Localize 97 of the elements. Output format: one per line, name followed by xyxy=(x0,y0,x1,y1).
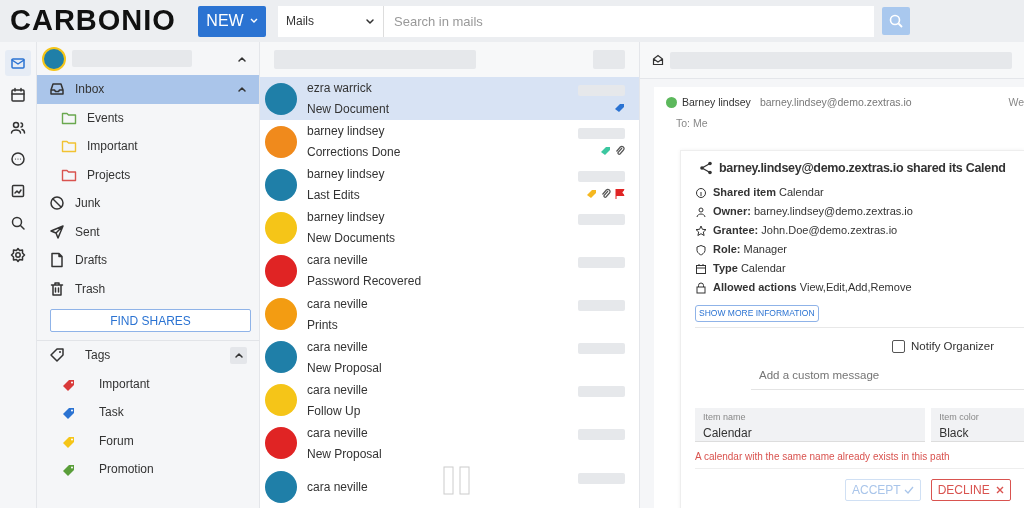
message-subject: New Documents xyxy=(307,230,396,248)
folder-item[interactable]: Inbox xyxy=(37,75,259,104)
blocked-icon xyxy=(49,195,65,212)
sender-name: Barney lindsey xyxy=(682,95,751,110)
sender-name: barney lindsey xyxy=(307,209,385,227)
show-more-button[interactable]: SHOW MORE INFORMATION xyxy=(695,305,819,322)
collapse-button[interactable] xyxy=(230,346,247,364)
envelope-icon xyxy=(652,54,664,66)
folder-item[interactable]: Events xyxy=(37,103,259,132)
detail-text: Allowed actions View,Edit,Add,Remove xyxy=(713,280,912,296)
share-icon xyxy=(699,160,713,175)
avatar-icon xyxy=(666,97,677,109)
sender-name: cara neville xyxy=(307,381,368,399)
sender-name: barney lindsey xyxy=(307,123,385,141)
placeholder-bar xyxy=(578,472,625,484)
decline-button[interactable]: DECLINE xyxy=(930,478,1011,501)
tag-item[interactable]: Important xyxy=(37,369,259,398)
avatar xyxy=(42,46,66,71)
caret-icon xyxy=(249,18,258,24)
message-subject: Last Edits xyxy=(307,187,360,205)
message-date: We xyxy=(1008,95,1024,110)
detail-text: Grantee: John.Doe@demo.zextras.io xyxy=(713,223,898,239)
collapse-icon[interactable] xyxy=(237,54,247,63)
placeholder-bar xyxy=(578,300,625,312)
tag-item[interactable]: Task xyxy=(37,398,259,427)
chevron-icon xyxy=(233,351,244,360)
search-icon xyxy=(10,215,26,231)
tag-item[interactable]: Promotion xyxy=(37,455,259,484)
search-icon xyxy=(889,14,903,28)
message-subject: Corrections Done xyxy=(307,144,401,162)
folder-item[interactable]: Junk xyxy=(37,189,259,218)
search-field[interactable]: Search in mails xyxy=(384,5,874,37)
folder-item[interactable]: Drafts xyxy=(37,246,259,275)
new-button[interactable]: NEW xyxy=(198,5,266,37)
detail-text: Type Calendar xyxy=(713,261,786,277)
share-title: barney.lindsey@demo.zextras.io shared its Calend xyxy=(719,159,1006,177)
message-field[interactable]: Add a custom message xyxy=(751,363,1024,390)
close-icon xyxy=(995,485,1004,494)
module-select[interactable]: Mails xyxy=(278,5,384,37)
text-field[interactable]: Item color Black xyxy=(931,407,1024,442)
folder-item[interactable]: Sent xyxy=(37,217,259,246)
contacts-icon xyxy=(10,119,26,135)
checkbox[interactable] xyxy=(892,340,905,354)
message-subject: Prints xyxy=(307,316,338,334)
trash-icon xyxy=(49,280,65,297)
message-subject: New Proposal xyxy=(307,445,382,463)
calendar-icon xyxy=(10,87,26,103)
person-icon xyxy=(695,205,707,218)
sender-name: cara neville xyxy=(307,295,368,313)
placeholder-bar xyxy=(578,386,625,398)
message-subject: Follow Up xyxy=(307,402,361,420)
sender-name: barney lindsey xyxy=(307,166,385,184)
detail-text: Shared item Calendar xyxy=(713,185,824,201)
lock-icon xyxy=(695,281,707,294)
detail-text: Role: Manager xyxy=(713,242,787,258)
tag-item[interactable]: Forum xyxy=(37,426,259,455)
placeholder-bar xyxy=(578,213,625,225)
calendar-icon xyxy=(695,262,707,275)
sender-name: cara neville xyxy=(307,252,368,270)
detail-text: Owner: barney.lindsey@demo.zextras.io xyxy=(713,204,913,220)
message-subject: New Proposal xyxy=(307,359,382,377)
placeholder-bar xyxy=(578,256,625,268)
message-subject: New Document xyxy=(307,101,390,119)
find-shares-button[interactable]: FIND SHARES xyxy=(50,309,251,332)
placeholder-bar xyxy=(578,429,625,441)
text-field[interactable]: Item name Calendar xyxy=(695,407,926,442)
inbox-icon xyxy=(49,81,65,98)
recipient-text: To: Me xyxy=(676,115,709,131)
sender-email: barney.lindsey@demo.zextras.io xyxy=(759,95,912,110)
folder-item[interactable]: Important xyxy=(37,132,259,161)
shield-icon xyxy=(695,243,707,256)
checkmark-icon xyxy=(903,485,914,494)
collapse-icon[interactable] xyxy=(237,85,247,94)
tags-header[interactable]: Tags xyxy=(37,341,259,370)
error-message: A calendar with the same name already exists in this path xyxy=(695,448,1024,469)
sender-name: cara neville xyxy=(307,424,368,442)
checkbox-label: Notify Organizer xyxy=(911,339,995,354)
placeholder-bar xyxy=(578,170,625,182)
sender-name: ezra warrick xyxy=(307,80,372,98)
paper-plane-icon xyxy=(49,223,65,240)
placeholder-bar xyxy=(578,343,625,355)
logo-text: CARBONIO xyxy=(10,3,177,39)
folder-item[interactable]: Projects xyxy=(37,160,259,189)
message-row[interactable]: cara neville New Proposal xyxy=(260,421,639,465)
chat-icon xyxy=(10,151,26,167)
placeholder-bar xyxy=(578,127,625,139)
message-subject: Password Recovered xyxy=(307,273,422,291)
sender-name: cara neville xyxy=(307,478,368,496)
folder-item[interactable]: Trash xyxy=(37,274,259,303)
sender-name: cara neville xyxy=(307,338,368,356)
settings-icon xyxy=(10,247,26,263)
document-icon xyxy=(49,252,65,269)
info-icon xyxy=(695,186,707,199)
star-icon xyxy=(695,224,707,237)
chevron-icon[interactable] xyxy=(365,17,375,25)
tag-icon xyxy=(49,347,65,364)
mail-icon xyxy=(10,55,26,71)
